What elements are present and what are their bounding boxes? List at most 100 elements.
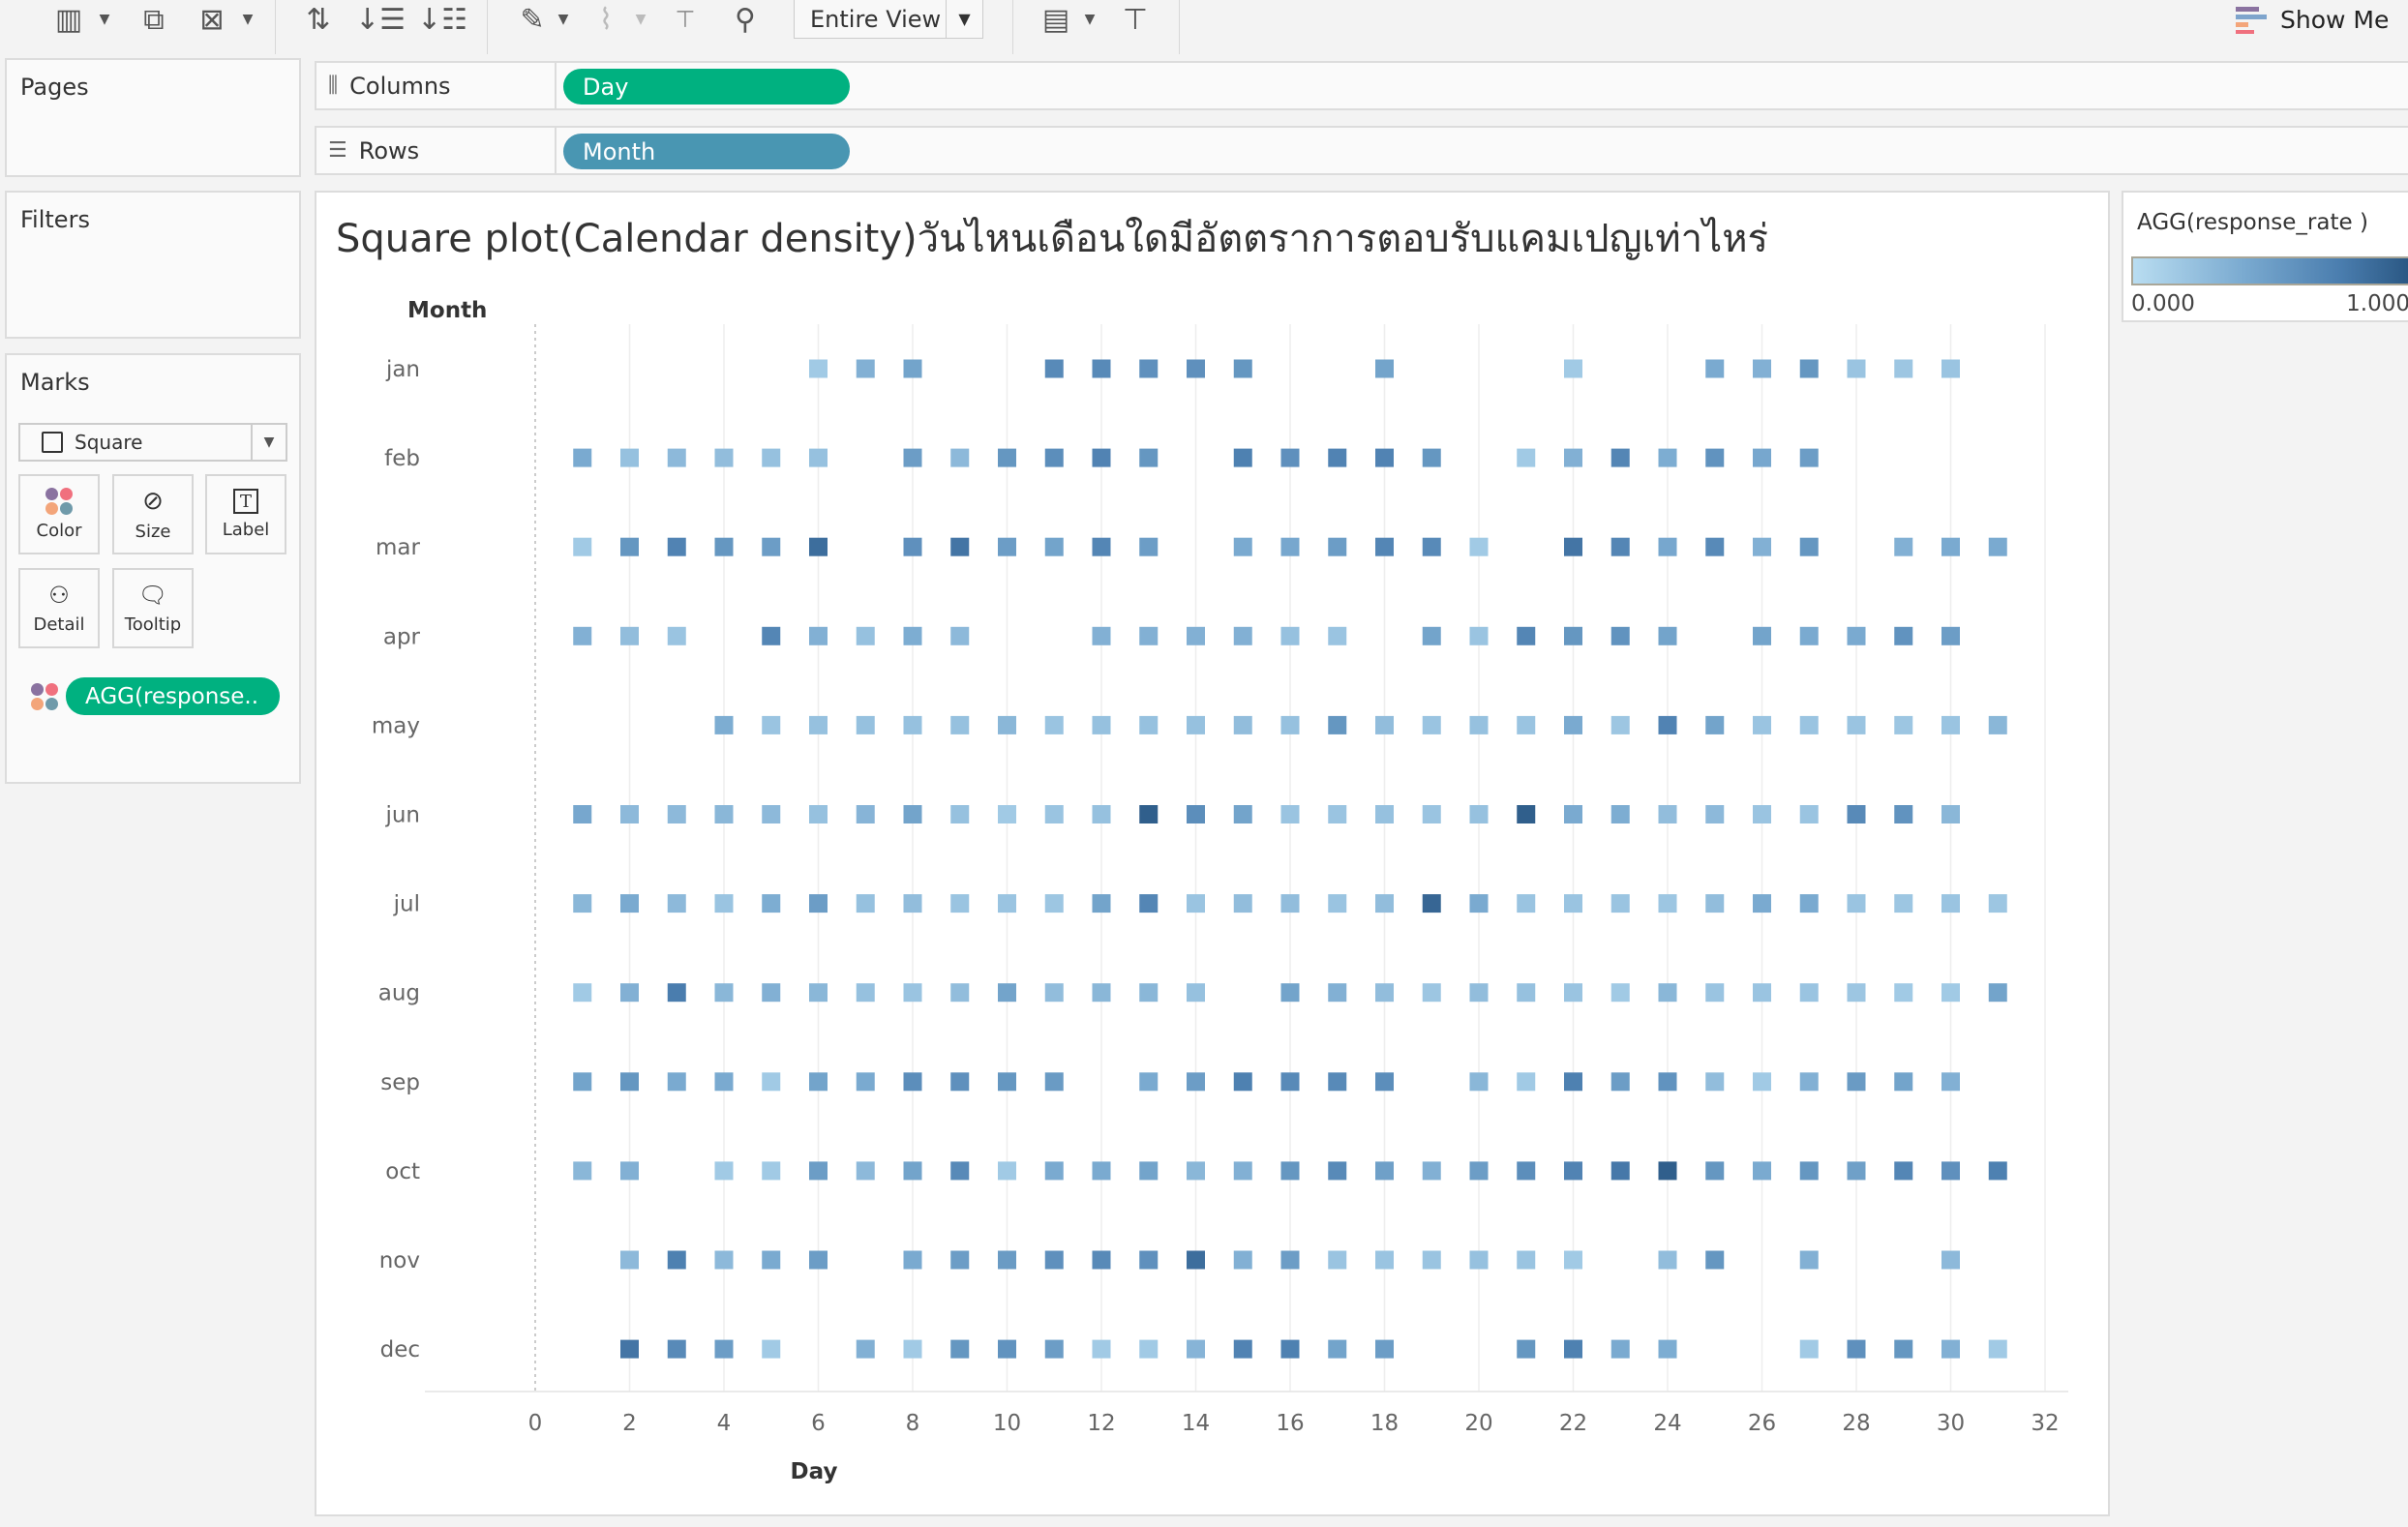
heat-square-jul-6[interactable] (809, 894, 828, 913)
heat-square-jul-1[interactable] (573, 894, 592, 913)
heat-square-jan-7[interactable] (856, 359, 875, 378)
heat-square-apr-22[interactable] (1564, 626, 1582, 645)
pages-card[interactable]: Pages (5, 58, 301, 177)
heat-square-sep-9[interactable] (950, 1072, 970, 1092)
heat-square-feb-15[interactable] (1233, 448, 1252, 467)
heat-square-feb-24[interactable] (1658, 448, 1677, 467)
heat-square-sep-8[interactable] (903, 1072, 922, 1092)
heat-square-aug-21[interactable] (1517, 983, 1536, 1003)
heat-square-may-9[interactable] (950, 715, 970, 734)
heat-square-apr-12[interactable] (1092, 626, 1111, 645)
heat-square-may-29[interactable] (1894, 715, 1913, 734)
heat-square-may-7[interactable] (856, 715, 875, 734)
heat-square-feb-5[interactable] (762, 448, 781, 467)
heat-square-oct-11[interactable] (1044, 1161, 1064, 1181)
heat-square-dec-10[interactable] (998, 1339, 1016, 1359)
heat-square-apr-17[interactable] (1328, 626, 1347, 645)
heat-square-may-19[interactable] (1422, 715, 1441, 734)
heat-square-sep-30[interactable] (1941, 1072, 1960, 1092)
heat-square-sep-26[interactable] (1753, 1072, 1771, 1092)
heat-square-apr-1[interactable] (573, 626, 592, 645)
color-field-pill[interactable]: AGG(response.. (66, 677, 280, 715)
heat-square-sep-25[interactable] (1705, 1072, 1725, 1092)
heat-square-jan-28[interactable] (1847, 359, 1866, 378)
heat-square-jun-17[interactable] (1328, 805, 1347, 823)
heat-square-mar-13[interactable] (1139, 537, 1159, 556)
heat-square-may-10[interactable] (998, 715, 1016, 734)
chevron-down-icon[interactable]: ▼ (1082, 2, 1098, 37)
heat-square-nov-30[interactable] (1941, 1250, 1960, 1270)
heat-square-dec-16[interactable] (1280, 1339, 1300, 1359)
heat-square-aug-19[interactable] (1422, 983, 1441, 1003)
heat-square-oct-14[interactable] (1187, 1161, 1205, 1181)
heat-square-aug-13[interactable] (1139, 983, 1159, 1003)
heat-square-feb-13[interactable] (1139, 448, 1159, 467)
heat-square-may-17[interactable] (1328, 715, 1347, 734)
heat-square-oct-28[interactable] (1847, 1161, 1866, 1181)
heat-square-jun-10[interactable] (998, 805, 1016, 823)
chevron-down-icon[interactable]: ▼ (97, 2, 112, 37)
heat-square-mar-19[interactable] (1422, 537, 1441, 556)
label-button[interactable]: T Label (205, 474, 286, 554)
heat-square-feb-3[interactable] (667, 448, 686, 467)
tooltip-button[interactable]: 🗨 Tooltip (112, 568, 194, 648)
heat-square-feb-23[interactable] (1610, 448, 1630, 467)
sort-ascending-icon[interactable]: ↓☰ (355, 2, 406, 37)
color-button[interactable]: Color (18, 474, 100, 554)
heat-square-apr-14[interactable] (1187, 626, 1205, 645)
heat-square-nov-4[interactable] (714, 1250, 734, 1270)
heat-square-oct-24[interactable] (1658, 1161, 1677, 1181)
heat-square-jun-1[interactable] (573, 805, 592, 823)
heat-square-jul-13[interactable] (1139, 894, 1159, 913)
heat-square-jul-8[interactable] (903, 894, 922, 913)
heat-square-may-8[interactable] (903, 715, 922, 734)
heat-square-feb-4[interactable] (714, 448, 734, 467)
heat-square-aug-29[interactable] (1894, 983, 1913, 1003)
heat-square-jan-22[interactable] (1564, 359, 1582, 378)
heat-square-nov-12[interactable] (1092, 1250, 1111, 1270)
heat-square-sep-17[interactable] (1328, 1072, 1347, 1092)
heat-square-nov-11[interactable] (1044, 1250, 1064, 1270)
heat-square-nov-3[interactable] (667, 1250, 686, 1270)
heat-square-mar-3[interactable] (667, 537, 686, 556)
rows-pill-month[interactable]: Month (563, 134, 850, 169)
heat-square-jul-30[interactable] (1941, 894, 1960, 913)
heat-square-jul-12[interactable] (1092, 894, 1111, 913)
heat-square-nov-13[interactable] (1139, 1250, 1159, 1270)
heat-square-oct-4[interactable] (714, 1161, 734, 1181)
heat-square-jun-9[interactable] (950, 805, 970, 823)
heat-square-feb-2[interactable] (620, 448, 639, 467)
heat-square-oct-17[interactable] (1328, 1161, 1347, 1181)
heat-square-sep-23[interactable] (1610, 1072, 1630, 1092)
heat-square-dec-29[interactable] (1894, 1339, 1913, 1359)
heat-square-jan-30[interactable] (1941, 359, 1960, 378)
heat-square-aug-24[interactable] (1658, 983, 1677, 1003)
heat-square-dec-28[interactable] (1847, 1339, 1866, 1359)
heat-square-jul-31[interactable] (1988, 894, 2007, 913)
heat-square-mar-16[interactable] (1280, 537, 1300, 556)
heat-square-feb-27[interactable] (1799, 448, 1819, 467)
heat-square-mar-29[interactable] (1894, 537, 1913, 556)
highlight-icon[interactable]: ✎ (513, 2, 552, 37)
heat-square-mar-8[interactable] (903, 537, 922, 556)
heat-square-sep-16[interactable] (1280, 1072, 1300, 1092)
heat-square-dec-15[interactable] (1233, 1339, 1252, 1359)
heat-square-dec-2[interactable] (620, 1339, 639, 1359)
heat-square-jul-11[interactable] (1044, 894, 1064, 913)
heat-square-apr-24[interactable] (1658, 626, 1677, 645)
heat-square-apr-19[interactable] (1422, 626, 1441, 645)
heat-square-oct-19[interactable] (1422, 1161, 1441, 1181)
heat-square-oct-2[interactable] (620, 1161, 639, 1181)
heat-square-jun-12[interactable] (1092, 805, 1111, 823)
heat-square-aug-10[interactable] (998, 983, 1016, 1003)
heat-square-sep-6[interactable] (809, 1072, 828, 1092)
new-worksheet-icon[interactable]: ▥ (46, 2, 91, 37)
sort-descending-icon[interactable]: ↓☷ (417, 2, 467, 37)
heat-square-aug-3[interactable] (667, 983, 686, 1003)
heat-square-apr-16[interactable] (1280, 626, 1300, 645)
heat-square-may-12[interactable] (1092, 715, 1111, 734)
heat-square-feb-21[interactable] (1517, 448, 1536, 467)
heat-square-sep-27[interactable] (1799, 1072, 1819, 1092)
heat-square-jul-9[interactable] (950, 894, 970, 913)
heat-square-mar-18[interactable] (1375, 537, 1394, 556)
